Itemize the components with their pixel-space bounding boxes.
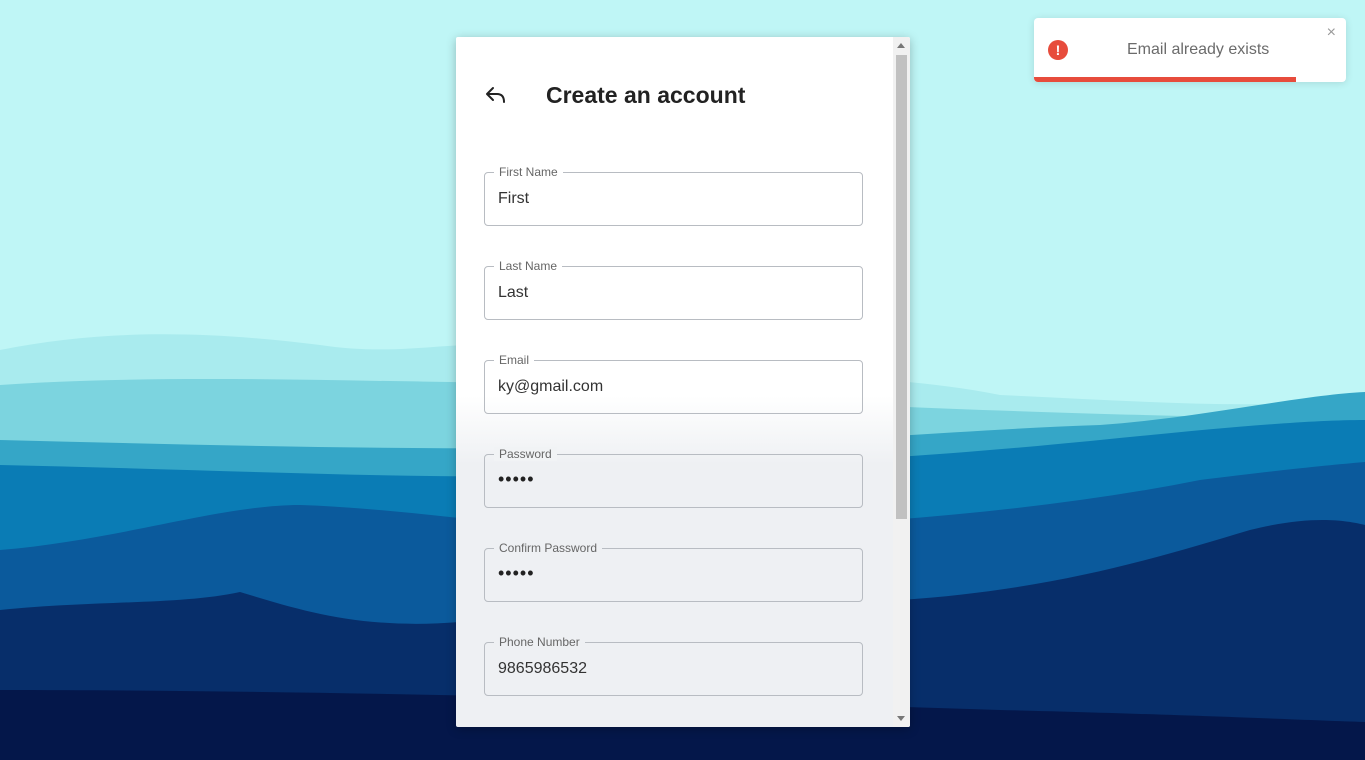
page-title: Create an account [546, 82, 746, 108]
phone-number-value: 9865986532 [498, 660, 587, 677]
first-name-value: First [498, 190, 530, 207]
toast-progress-bar [1034, 77, 1297, 82]
close-icon[interactable]: × [1327, 25, 1336, 41]
reply-arrow-icon [486, 87, 505, 103]
confirm-password-label: Confirm Password [494, 541, 603, 555]
last-name-value: Last [498, 284, 529, 301]
first-name-label: First Name [494, 165, 563, 179]
back-button[interactable] [484, 83, 508, 107]
confirm-password-value: ••••• [498, 563, 535, 583]
email-value: ky@gmail.com [498, 378, 604, 395]
password-label: Password [494, 447, 557, 461]
scroll-down-arrow-icon[interactable] [897, 716, 905, 721]
error-toast: ! Email already exists × [1034, 18, 1346, 82]
password-field[interactable]: Password ••••• [484, 447, 863, 508]
signup-form: Create an account First Name First Last … [456, 37, 894, 727]
toast-message: Email already exists [1127, 41, 1270, 58]
form-scrollbar[interactable] [893, 37, 910, 727]
scroll-up-arrow-icon[interactable] [897, 43, 905, 48]
error-circle-icon: ! [1048, 40, 1068, 60]
password-value: ••••• [498, 469, 535, 489]
last-name-field[interactable]: Last Name Last [484, 259, 863, 320]
signup-card: Create an account First Name First Last … [456, 37, 910, 727]
email-label: Email [494, 353, 535, 367]
phone-number-label: Phone Number [494, 635, 585, 649]
phone-number-field[interactable]: Phone Number 9865986532 [484, 635, 863, 696]
scroll-thumb[interactable] [896, 55, 907, 519]
confirm-password-field[interactable]: Confirm Password ••••• [484, 541, 863, 602]
last-name-label: Last Name [494, 259, 563, 273]
first-name-field[interactable]: First Name First [484, 165, 863, 226]
email-field[interactable]: Email ky@gmail.com [484, 353, 863, 414]
